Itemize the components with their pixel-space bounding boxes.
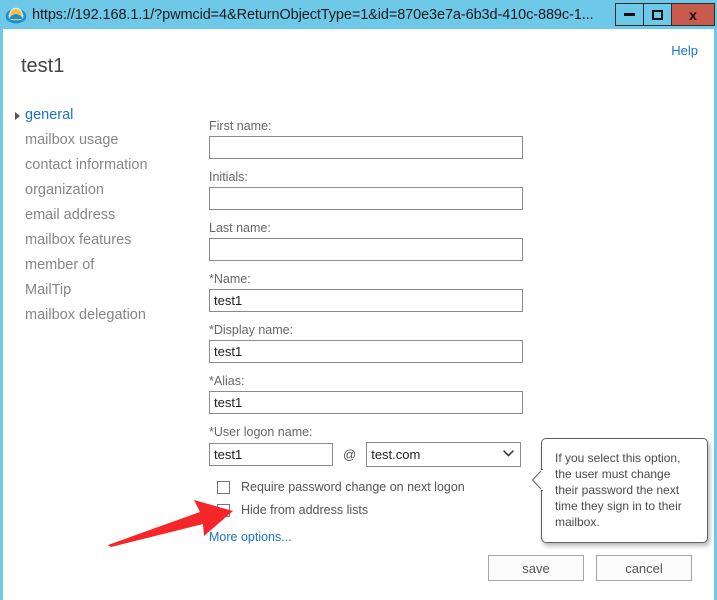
field-display-name: *Display name: [209,323,529,363]
caret-right-icon [15,112,20,120]
internet-explorer-icon [5,5,27,25]
sidebar-item-label: organization [25,182,104,198]
domain-select-wrapper: test.com [366,442,522,467]
input-last-name[interactable] [209,238,523,261]
field-label: First name: [209,119,272,133]
user-logon-name-input[interactable] [209,443,333,466]
checkbox-row-require-password-change-on-next-logon: Require password change on next logon [209,480,529,494]
page-content: Help test1 general mailbox usage contact i… [3,29,714,600]
sidebar-item-member-of[interactable]: member of [3,253,198,278]
field-first-name: First name: [209,119,529,159]
field-label: *Name: [209,272,251,286]
field-label: Initials: [209,170,248,184]
field-label: *User logon name: [209,425,313,439]
general-form: First name: Initials: Last name: *Name: *Dis… [209,119,529,546]
sidebar-item-organization[interactable]: organization [3,178,198,203]
address-title: https://192.168.1.1/?pwmcid=4&ReturnObje… [32,6,594,23]
sidebar-item-contact-information[interactable]: contact information [3,153,198,178]
minimize-button[interactable] [615,3,644,26]
at-symbol: @ [343,447,357,462]
field-alias: *Alias: [209,374,529,414]
sidebar-item-label: mailbox usage [25,132,119,148]
field-name: *Name: [209,272,529,312]
input-display-name[interactable] [209,340,523,363]
maximize-button[interactable] [643,3,672,26]
sidebar-item-label: member of [25,257,95,273]
tooltip-tail-icon [532,469,543,491]
sidebar-item-mailbox-delegation[interactable]: mailbox delegation [3,303,198,328]
sidebar-item-label: mailbox delegation [25,307,146,323]
browser-window: https://192.168.1.1/?pwmcid=4&ReturnObje… [0,0,717,600]
help-link[interactable]: Help [671,43,698,58]
field-last-name: Last name: [209,221,529,261]
checkbox-row-hide-from-address-lists: Hide from address lists [209,503,529,517]
input-first-name[interactable] [209,136,523,159]
sidebar-item-email-address[interactable]: email address [3,203,198,228]
field-label: *Display name: [209,323,294,337]
sidebar-item-mailbox-usage[interactable]: mailbox usage [3,128,198,153]
input-alias[interactable] [209,391,523,414]
close-icon: x [689,6,697,23]
title-bar: https://192.168.1.1/?pwmcid=4&ReturnObje… [0,0,717,29]
save-button[interactable]: save [488,555,584,581]
close-button[interactable]: x [671,3,715,26]
sidebar-item-general[interactable]: general [3,103,198,128]
hide-from-address-lists-checkbox[interactable] [217,503,230,517]
more-options-link[interactable]: More options... [209,530,292,544]
sidebar-item-label: mailbox features [25,232,132,248]
checkbox-group: Require password change on next logon Hid… [209,480,529,517]
text-field-group: First name: Initials: Last name: *Name: *Dis… [209,119,529,414]
sidebar-item-mailtip[interactable]: MailTip [3,278,198,303]
sidebar-item-label: MailTip [25,282,72,298]
form-actions: save cancel [488,555,692,581]
cancel-button[interactable]: cancel [596,555,692,581]
field-user-logon-name: *User logon name: @ test.com [209,425,529,467]
sidebar-nav: general mailbox usage contact information o… [3,103,198,328]
field-label: *Alias: [209,374,245,388]
page-title: test1 [21,55,65,77]
require-password-change-on-next-logon-checkbox[interactable] [217,480,230,494]
field-label: Last name: [209,221,271,235]
field-initials: Initials: [209,170,529,210]
tooltip-text: If you select this option, the user must… [555,451,682,529]
input-initials[interactable] [209,187,523,210]
window-controls: x [615,3,715,26]
domain-select[interactable]: test.com [366,442,522,467]
sidebar-item-label: contact information [25,157,148,173]
password-change-tooltip: If you select this option, the user must… [532,438,708,543]
checkbox-label[interactable]: Require password change on next logon [241,480,465,494]
minimize-icon [624,13,635,16]
sidebar-item-label: general [25,107,74,123]
sidebar-item-mailbox-features[interactable]: mailbox features [3,228,198,253]
input-name[interactable] [209,289,523,312]
checkbox-label[interactable]: Hide from address lists [241,503,368,517]
maximize-icon [652,9,663,20]
sidebar-item-label: email address [25,207,116,223]
logon-row: @ test.com [209,442,529,467]
